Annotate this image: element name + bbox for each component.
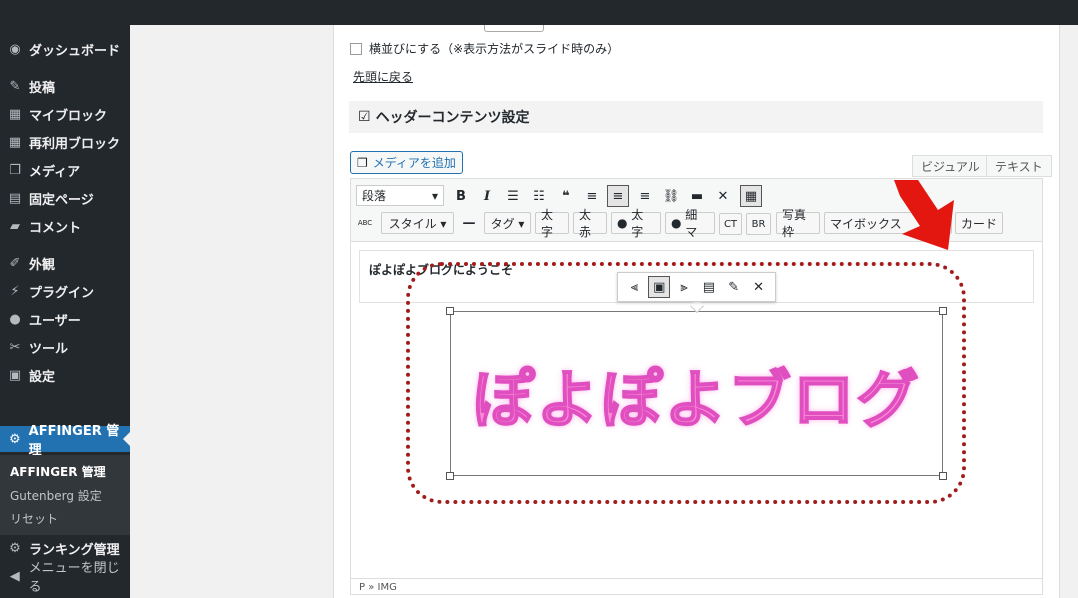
pin-icon: ✎ (9, 78, 21, 94)
chevron-down-icon: ▾ (431, 188, 438, 203)
media-icon: ❐ (357, 155, 368, 170)
gear-icon: ⚙ (9, 540, 21, 556)
abc-icon: ABC (357, 219, 373, 227)
tab-visual[interactable]: ビジュアル (912, 155, 989, 177)
horizontal-checkbox-label: 横並びにする（※表示方法がスライド時のみ） (369, 42, 620, 56)
align-left-icon[interactable]: ≡ (583, 186, 601, 206)
link-icon[interactable]: ⛓ (662, 186, 680, 206)
admin-bar (0, 0, 1078, 25)
sidebar-item-my-blocks[interactable]: ▦ マイブロック (0, 101, 130, 127)
editor-status-path: P » IMG (351, 578, 1042, 595)
read-more-icon[interactable]: ▬ (688, 186, 706, 206)
user-icon: ● (9, 311, 21, 327)
marker-icon: ● (671, 216, 686, 230)
annotation-highlight-oval (406, 262, 966, 504)
marker-icon: ● (617, 216, 632, 230)
toolbar-toggle-icon[interactable]: ▦ (740, 185, 762, 207)
admin-sidebar: ◉ ダッシュボード ✎ 投稿 ▦ マイブロック ▦ 再利用ブロック ❐ メディア ▤ 固定ペ… (0, 25, 130, 598)
format-select[interactable]: 段落 ▾ (356, 185, 444, 206)
sidebar-item-reusable-blocks[interactable]: ▦ 再利用ブロック (0, 129, 130, 155)
submenu-affinger-manage[interactable]: AFFINGER 管理 (10, 463, 106, 480)
br-button[interactable]: BR (746, 213, 771, 235)
italic-icon[interactable]: I (478, 186, 496, 206)
edit-icon: ☑ (358, 109, 371, 125)
sidebar-item-plugins[interactable]: ⚡ プラグイン (0, 278, 130, 304)
media-icon: ❐ (9, 162, 21, 178)
style-dropdown[interactable]: スタイル ▾ (381, 212, 454, 234)
appearance-icon: ✐ (9, 255, 21, 271)
add-media-button[interactable]: ❐ メディアを追加 (350, 151, 463, 174)
collapse-menu-button[interactable]: ◀ メニューを閉じる (0, 561, 130, 595)
bold-button[interactable]: 太字 (535, 208, 569, 239)
page-icon: ▤ (8, 190, 22, 206)
sidebar-item-appearance[interactable]: ✐ 外観 (0, 250, 130, 276)
right-gutter (1060, 25, 1078, 598)
horizontal-layout-option[interactable]: 横並びにする（※表示方法がスライド時のみ） (350, 40, 619, 57)
tab-text[interactable]: テキスト (986, 155, 1052, 177)
bold-red-button[interactable]: 太赤 (573, 208, 607, 239)
back-to-top-link[interactable]: 先頭に戻る (353, 68, 413, 85)
tag-dropdown[interactable]: タグ ▾ (484, 212, 531, 234)
comment-icon: ▰ (10, 218, 20, 234)
submenu-reset[interactable]: リセット (10, 510, 58, 527)
sidebar-item-pages[interactable]: ▤ 固定ページ (0, 185, 130, 211)
dashboard-icon: ◉ (9, 41, 21, 57)
ct-button[interactable]: CT (719, 213, 742, 235)
bullet-list-icon[interactable]: ☰ (504, 186, 522, 206)
bold-icon[interactable]: B (452, 186, 470, 206)
card-button[interactable]: カード (955, 212, 1003, 234)
sidebar-item-posts[interactable]: ✎ 投稿 (0, 73, 130, 99)
numbered-list-icon[interactable]: ☷ (530, 186, 548, 206)
horizontal-rule-icon[interactable]: — (460, 212, 478, 234)
section-title: ヘッダーコンテンツ設定 (375, 110, 530, 126)
annotation-arrow-icon (894, 180, 954, 250)
sidebar-item-comments[interactable]: ▰ コメント (0, 213, 130, 239)
header-content-section: ☑ ヘッダーコンテンツ設定 (349, 101, 1043, 133)
submenu-gutenberg-settings[interactable]: Gutenberg 設定 (10, 487, 102, 504)
sidebar-item-dashboard[interactable]: ◉ ダッシュボード (0, 36, 130, 62)
sidebar-item-tools[interactable]: ✂ ツール (0, 334, 130, 360)
partial-button[interactable] (484, 25, 544, 32)
collapse-icon: ◀ (9, 568, 20, 584)
thin-marker-button[interactable]: ● 細マ (665, 208, 715, 239)
sidebar-item-users[interactable]: ● ユーザー (0, 306, 130, 332)
tool-icon: ✂ (9, 339, 21, 355)
sidebar-item-media[interactable]: ❐ メディア (0, 157, 130, 183)
align-right-icon[interactable]: ≡ (636, 186, 654, 206)
sidebar-item-settings[interactable]: ▣ 設定 (0, 362, 130, 388)
fullscreen-icon[interactable]: ✕ (713, 186, 733, 206)
settings-icon: ▣ (8, 367, 22, 383)
align-center-icon[interactable]: ≡ (607, 185, 629, 207)
active-indicator (123, 432, 130, 446)
photo-frame-button[interactable]: 写真枠 (776, 208, 820, 239)
sidebar-item-affinger[interactable]: ⚙ AFFINGER 管理 (0, 424, 130, 458)
gear-icon: ⚙ (8, 431, 21, 447)
blocks-icon: ▦ (8, 106, 22, 122)
blockquote-icon[interactable]: ❝ (556, 186, 576, 206)
plugin-icon: ⚡ (10, 283, 20, 299)
marker-bold-button[interactable]: ● 太字 (611, 208, 661, 239)
horizontal-checkbox[interactable] (350, 42, 362, 55)
blocks-icon: ▦ (8, 134, 22, 150)
